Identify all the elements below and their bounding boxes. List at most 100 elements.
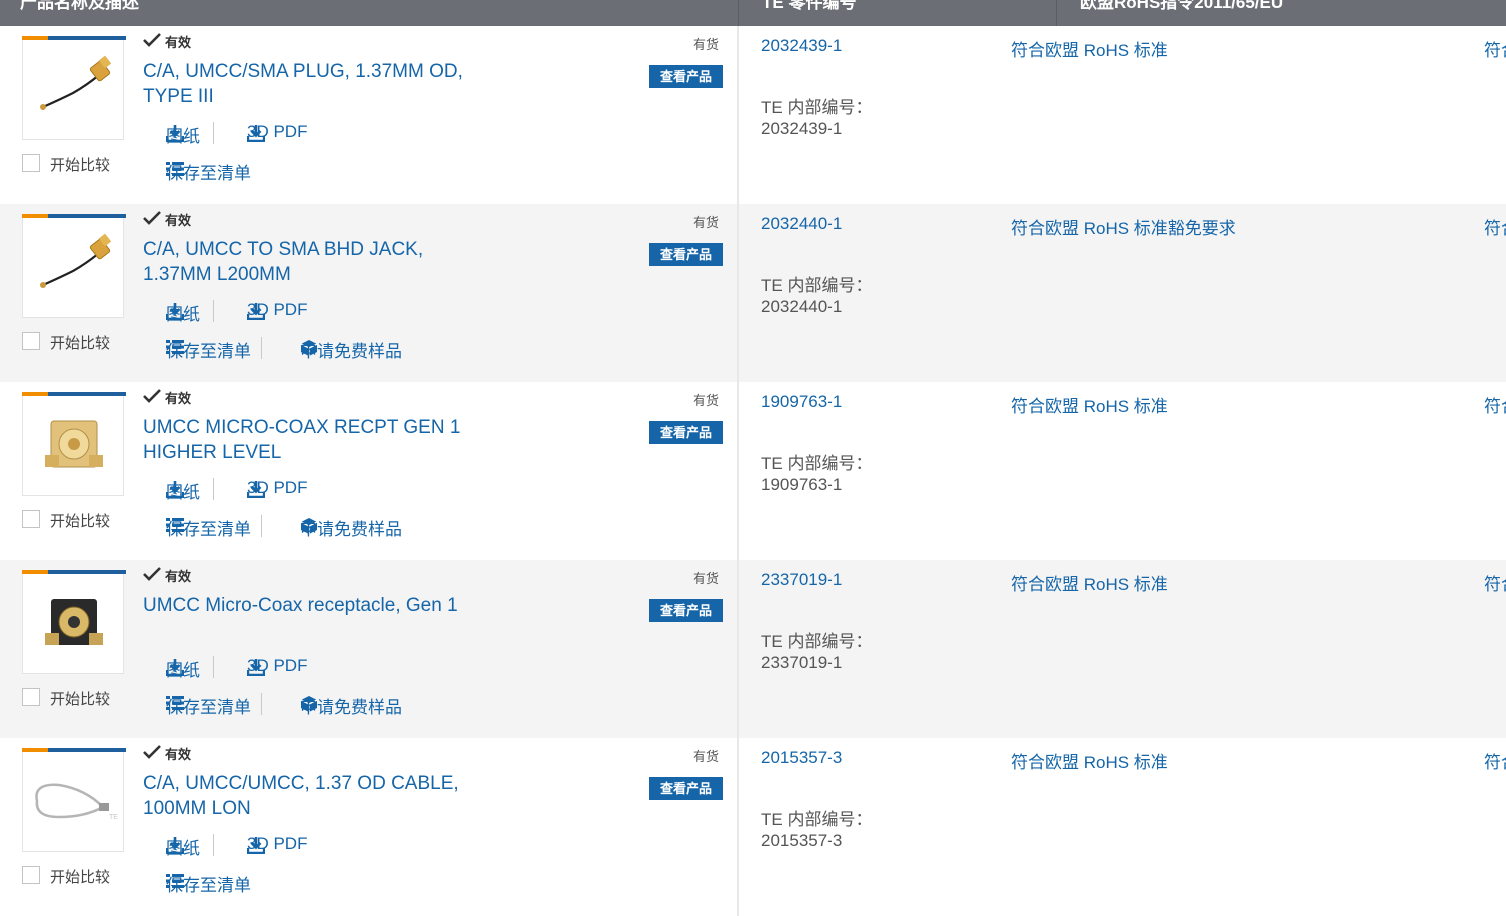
compare-label: 开始比较 (50, 691, 111, 708)
rohs-status-link[interactable]: 符合欧盟 RoHS 标准豁免要求 (1011, 214, 1236, 239)
stock-status: 有货 (693, 37, 720, 52)
next-column-partial[interactable]: 符合 (1484, 748, 1506, 773)
link-divider (261, 515, 262, 537)
checkmark-icon (143, 389, 161, 406)
internal-number-label: TE 内部编号： (761, 632, 873, 651)
header-product-description[interactable]: 产品名称及描述 (20, 0, 139, 13)
part-number-link[interactable]: 2337019-1 (761, 570, 842, 590)
orange-accent-bar (22, 36, 48, 40)
svg-text:TE: TE (109, 814, 118, 821)
link-divider (213, 478, 214, 500)
link-divider (213, 834, 214, 856)
link-divider (261, 693, 262, 715)
compare-checkbox[interactable] (22, 510, 40, 528)
product-row: 开始比较 有效 C/A, UMCC/SMA PLUG, 1.37MM OD, T… (0, 26, 1506, 204)
rohs-status-link[interactable]: 符合欧盟 RoHS 标准 (1011, 392, 1168, 417)
internal-number-value: 2032439-1 (761, 119, 843, 138)
view-product-button[interactable]: 查看产品 (649, 599, 723, 622)
checkmark-icon (143, 567, 161, 584)
part-number-link[interactable]: 2032439-1 (761, 36, 842, 56)
internal-number-label: TE 内部编号： (761, 276, 873, 295)
3d-pdf-label: 3D PDF (247, 122, 308, 141)
blue-accent-bar (48, 748, 126, 752)
checkmark-icon (143, 211, 161, 228)
internal-number-value: 2015357-3 (761, 831, 843, 850)
orange-accent-bar (22, 392, 48, 396)
product-title-link[interactable]: C/A, UMCC/UMCC, 1.37 OD CABLE, 100MM LON (143, 771, 463, 821)
part-number-link[interactable]: 1909763-1 (761, 392, 842, 412)
status-label: 有效 (165, 391, 192, 406)
internal-number-value: 1909763-1 (761, 475, 843, 494)
3d-pdf-label: 3D PDF (247, 300, 308, 319)
stock-status: 有货 (693, 215, 720, 230)
blue-accent-bar (48, 392, 126, 396)
product-image[interactable] (22, 570, 126, 674)
orange-accent-bar (22, 570, 48, 574)
product-info-cell: 开始比较 有效 UMCC MICRO-COAX RECPT GEN 1 HIGH… (0, 382, 737, 560)
product-row: 开始比较 有效 C/A, UMCC TO SMA BHD JACK, 1.37M… (0, 204, 1506, 382)
product-row: 开始比较 有效 UMCC Micro-Coax receptacle, Gen … (0, 560, 1506, 738)
status-label: 有效 (165, 213, 192, 228)
view-product-button[interactable]: 查看产品 (649, 65, 723, 88)
save-to-list-label: 保存至清单 (166, 164, 251, 183)
request-sample-label: 申请免费样品 (300, 520, 402, 539)
product-image[interactable] (22, 392, 126, 496)
part-number-link[interactable]: 2015357-3 (761, 748, 842, 768)
drawing-label: 图纸 (166, 839, 200, 858)
3d-pdf-label: 3D PDF (247, 656, 308, 675)
next-column-partial[interactable]: 符合 (1484, 392, 1506, 417)
orange-accent-bar (22, 748, 48, 752)
request-sample-label: 申请免费样品 (300, 342, 402, 361)
save-to-list-label: 保存至清单 (166, 342, 251, 361)
compare-label: 开始比较 (50, 869, 111, 886)
compare-checkbox[interactable] (22, 154, 40, 172)
product-title-link[interactable]: C/A, UMCC TO SMA BHD JACK, 1.37MM L200MM (143, 237, 463, 287)
rohs-status-link[interactable]: 符合欧盟 RoHS 标准 (1011, 570, 1168, 595)
save-to-list-label: 保存至清单 (166, 876, 251, 895)
part-number-link[interactable]: 2032440-1 (761, 214, 842, 234)
link-divider (213, 122, 214, 144)
results-table-header: 产品名称及描述 TE 零件编号 欧盟RoHS指令2011/65/EU (0, 0, 1506, 26)
product-row: 开始比较 有效 UMCC MICRO-COAX RECPT GEN 1 HIGH… (0, 382, 1506, 560)
status-label: 有效 (165, 569, 192, 584)
save-to-list-label: 保存至清单 (166, 520, 251, 539)
3d-pdf-label: 3D PDF (247, 478, 308, 497)
stock-status: 有货 (693, 393, 720, 408)
product-info-cell: 开始比较 有效 C/A, UMCC TO SMA BHD JACK, 1.37M… (0, 204, 737, 382)
compare-checkbox[interactable] (22, 332, 40, 350)
product-title-link[interactable]: C/A, UMCC/SMA PLUG, 1.37MM OD, TYPE III (143, 59, 463, 109)
compare-checkbox[interactable] (22, 866, 40, 884)
rohs-status-link[interactable]: 符合欧盟 RoHS 标准 (1011, 748, 1168, 773)
internal-number-label: TE 内部编号： (761, 810, 873, 829)
view-product-button[interactable]: 查看产品 (649, 777, 723, 800)
header-te-part-number[interactable]: TE 零件编号 (762, 0, 856, 13)
orange-accent-bar (22, 214, 48, 218)
header-rohs[interactable]: 欧盟RoHS指令2011/65/EU (1080, 0, 1283, 13)
product-info-cell: 开始比较 有效 UMCC Micro-Coax receptacle, Gen … (0, 560, 737, 738)
product-title-link[interactable]: UMCC MICRO-COAX RECPT GEN 1 HIGHER LEVEL (143, 415, 463, 465)
link-divider (213, 656, 214, 678)
next-column-partial[interactable]: 符合 (1484, 36, 1506, 61)
compare-label: 开始比较 (50, 335, 111, 352)
internal-number-label: TE 内部编号： (761, 454, 873, 473)
drawing-label: 图纸 (166, 483, 200, 502)
blue-accent-bar (48, 36, 126, 40)
product-image[interactable]: TE (22, 748, 126, 852)
drawing-label: 图纸 (166, 661, 200, 680)
product-title-link[interactable]: UMCC Micro-Coax receptacle, Gen 1 (143, 593, 463, 618)
link-divider (261, 337, 262, 359)
compare-checkbox[interactable] (22, 688, 40, 706)
product-image[interactable] (22, 214, 126, 318)
view-product-button[interactable]: 查看产品 (649, 421, 723, 444)
product-info-cell: TE 开始比较 有效 C/A, UMCC/UMCC, 1.37 OD CABLE… (0, 738, 737, 916)
next-column-partial[interactable]: 符合 (1484, 570, 1506, 595)
view-product-button[interactable]: 查看产品 (649, 243, 723, 266)
rohs-status-link[interactable]: 符合欧盟 RoHS 标准 (1011, 36, 1168, 61)
next-column-partial[interactable]: 符合 (1484, 214, 1506, 239)
status-label: 有效 (165, 35, 192, 50)
blue-accent-bar (48, 570, 126, 574)
product-row: TE 开始比较 有效 C/A, UMCC/UMCC, 1.37 OD CABLE… (0, 738, 1506, 916)
status-label: 有效 (165, 747, 192, 762)
product-image[interactable] (22, 36, 126, 140)
blue-accent-bar (48, 214, 126, 218)
